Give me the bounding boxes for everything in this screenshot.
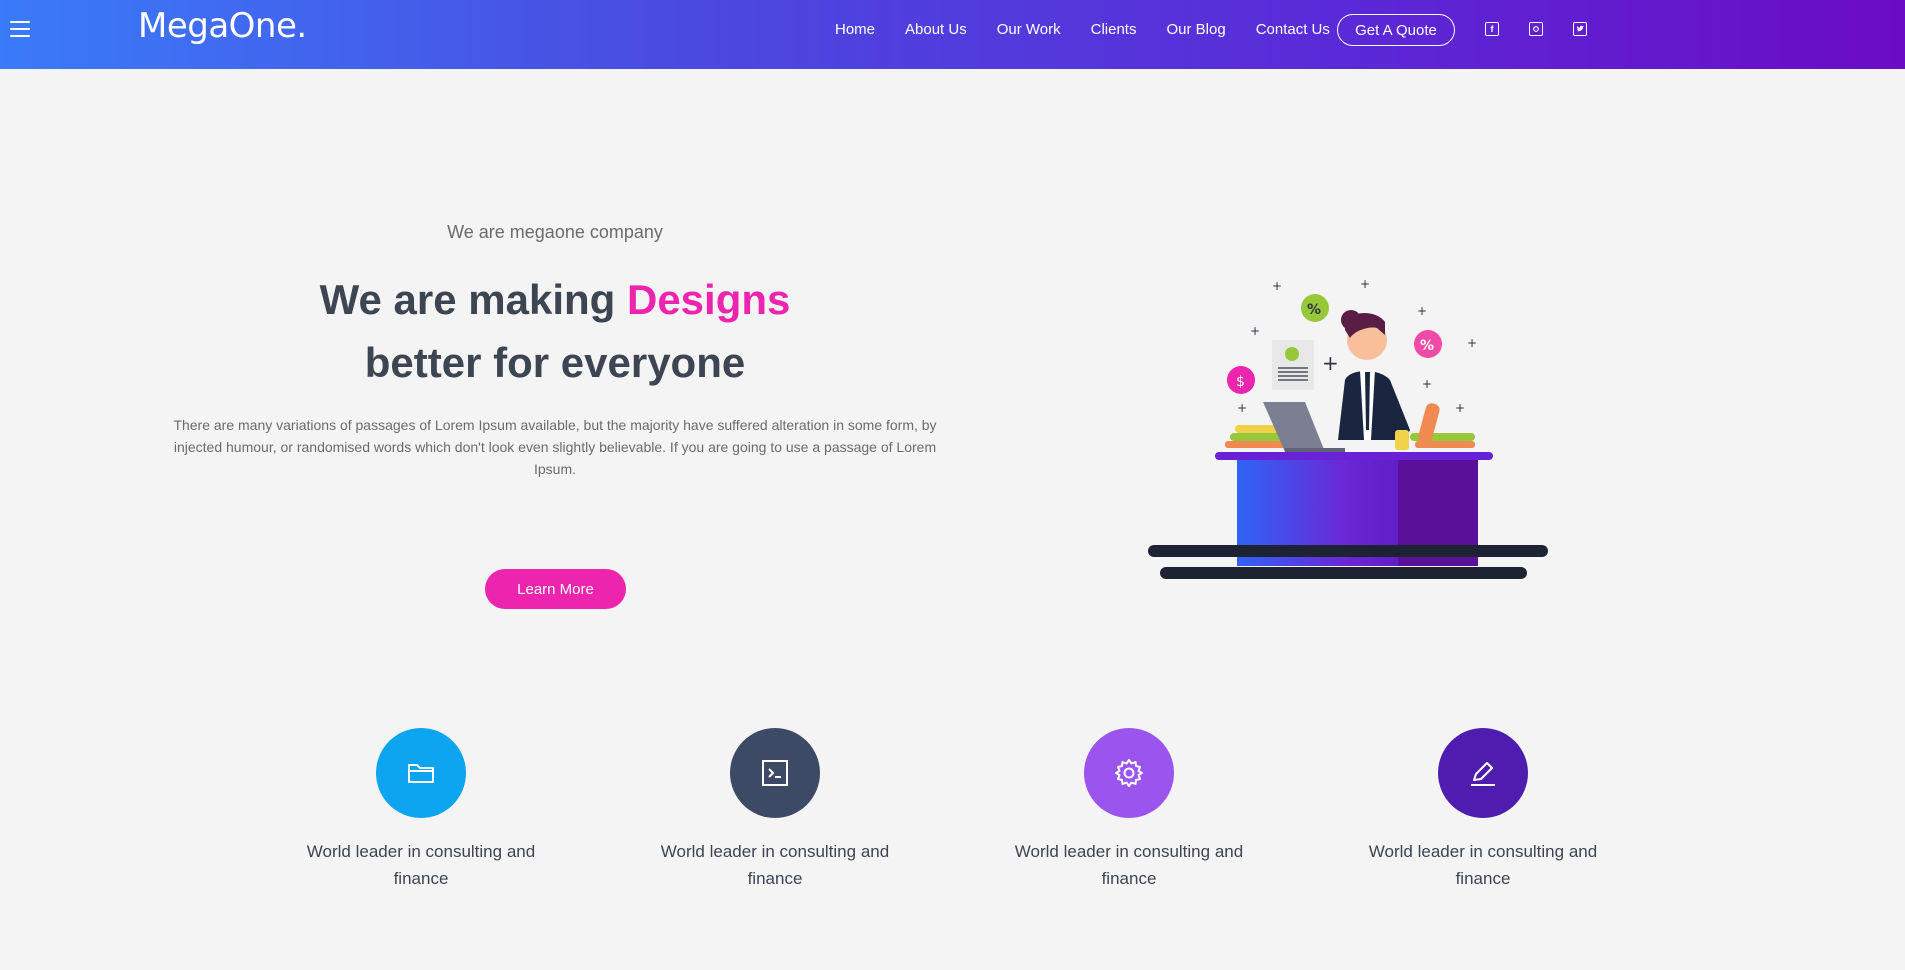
svg-text:%: %	[1420, 338, 1434, 354]
nav-contact-us[interactable]: Contact Us	[1256, 21, 1330, 38]
feature-label: World leader in consulting and finance	[660, 842, 890, 888]
hero-title-part1: We are making	[319, 276, 627, 323]
terminal-icon[interactable]	[730, 728, 820, 818]
twitter-icon[interactable]	[1573, 22, 1587, 36]
svg-text:+: +	[1237, 401, 1247, 415]
nav-about-us[interactable]: About Us	[905, 21, 967, 38]
feature-label: World leader in consulting and finance	[1368, 842, 1598, 888]
hero-subtitle: We are megaone company	[447, 222, 663, 242]
hero-title-accent: Designs	[626, 276, 791, 323]
svg-text:+: +	[1417, 304, 1427, 318]
feature-label: World leader in consulting and finance	[1014, 842, 1244, 888]
top-navbar: MegaOne. Home About Us Our Work Clients …	[0, 0, 1905, 69]
feature-label: World leader in consulting and finance	[306, 842, 536, 888]
logo[interactable]: MegaOne.	[138, 6, 307, 46]
svg-text:%: %	[1307, 302, 1321, 318]
folder-icon[interactable]	[376, 728, 466, 818]
office-worker-illustration: + + + + + + + + + % % $	[1148, 280, 1548, 579]
feature-consulting-1: World leader in consulting and finance	[301, 728, 541, 892]
svg-text:+: +	[1360, 280, 1370, 291]
svg-text:+: +	[1250, 324, 1260, 338]
get-a-quote-button[interactable]: Get A Quote	[1337, 14, 1455, 46]
svg-text:+: +	[1422, 377, 1432, 391]
hero-description: There are many variations of passages of…	[173, 417, 937, 477]
hero-title-part2: better for everyone	[364, 339, 746, 386]
nav-home[interactable]: Home	[835, 21, 875, 38]
hero-title: We are making Designs better for everyon…	[255, 268, 855, 394]
svg-text:+: +	[1272, 280, 1282, 293]
svg-text:+: +	[1455, 401, 1465, 415]
learn-more-button[interactable]: Learn More	[485, 569, 626, 609]
feature-consulting-3: World leader in consulting and finance	[1009, 728, 1249, 892]
feature-consulting-4: World leader in consulting and finance	[1363, 728, 1603, 892]
gear-icon[interactable]	[1084, 728, 1174, 818]
nav-our-blog[interactable]: Our Blog	[1166, 21, 1225, 38]
main-nav: Home About Us Our Work Clients Our Blog …	[835, 21, 1360, 38]
svg-text:+: +	[1322, 351, 1339, 375]
svg-text:+: +	[1467, 336, 1477, 350]
menu-icon[interactable]	[10, 21, 30, 39]
nav-our-work[interactable]: Our Work	[997, 21, 1061, 38]
feature-consulting-2: World leader in consulting and finance	[655, 728, 895, 892]
facebook-icon[interactable]: f	[1485, 22, 1499, 36]
edit-icon[interactable]	[1438, 728, 1528, 818]
svg-text:$: $	[1236, 374, 1245, 390]
instagram-icon[interactable]	[1529, 22, 1543, 36]
nav-clients[interactable]: Clients	[1091, 21, 1137, 38]
